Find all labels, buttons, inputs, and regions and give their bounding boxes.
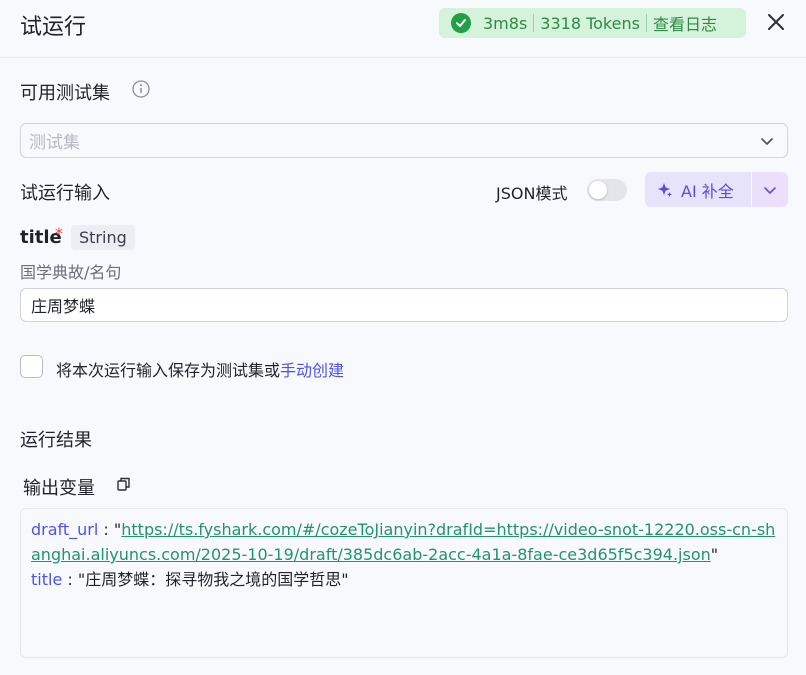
output-key: title [31,570,63,589]
test-set-title: 可用测试集 [20,83,110,104]
test-set-select[interactable]: 测试集 [20,123,788,158]
ai-options-dropdown[interactable] [752,172,788,207]
sparkle-icon [658,182,672,197]
output-row: title : "庄周梦蝶：探寻物我之境的国学哲思" [31,567,777,592]
run-input-title: 试运行输入 [20,183,110,204]
close-button[interactable] [764,10,788,34]
copy-icon[interactable] [115,475,133,493]
status-divider [645,14,647,32]
save-as-test-set-checkbox[interactable] [20,355,43,378]
output-value: 庄周梦蝶：探寻物我之境的国学哲思 [85,570,342,589]
output-quote: " [710,545,719,564]
output-row: draft_url : "https://ts.fyshark.com/#/co… [31,517,777,567]
json-mode-label: JSON模式 [496,184,568,203]
output-panel: draft_url : "https://ts.fyshark.com/#/co… [20,508,788,658]
info-icon[interactable] [132,80,150,98]
output-separator: : " [98,520,122,539]
run-result-title: 运行结果 [20,430,92,451]
field-description: 国学典故/名句 [20,263,122,282]
title-input[interactable] [20,288,788,322]
chevron-down-icon [764,186,776,194]
draft-url-link[interactable]: https://ts.fyshark.com/#/cozeToJianyin?d… [31,520,775,564]
ai-complete-button[interactable]: AI 补全 [645,172,751,207]
run-duration: 3m8s [483,13,528,33]
ai-complete-label: AI 补全 [681,181,734,201]
output-separator: : " [62,570,86,589]
close-icon [768,14,784,30]
success-check-icon [451,13,471,33]
token-count: 3318 Tokens [540,13,640,33]
view-log-link[interactable]: 查看日志 [653,11,717,35]
save-as-test-set-label: 将本次运行输入保存为测试集或手动创建 [56,357,344,381]
json-mode-toggle[interactable] [587,179,627,201]
field-type-tag: String [71,225,135,250]
run-status-badge: 3m8s 3318 Tokens 查看日志 [439,8,746,38]
status-divider [533,14,535,32]
output-key: draft_url [31,520,99,539]
output-quote: " [341,570,349,589]
panel-title: 试运行 [20,15,87,40]
required-mark: * [55,224,63,243]
manual-create-link[interactable]: 手动创建 [280,361,344,380]
toggle-knob [589,181,607,199]
output-variables-title: 输出变量 [23,478,95,499]
test-set-placeholder: 测试集 [29,133,80,153]
panel-header: 试运行 3m8s 3318 Tokens 查看日志 [0,0,806,58]
save-as-test-set-text: 将本次运行输入保存为测试集或 [56,361,281,380]
chevron-down-icon [761,138,773,145]
